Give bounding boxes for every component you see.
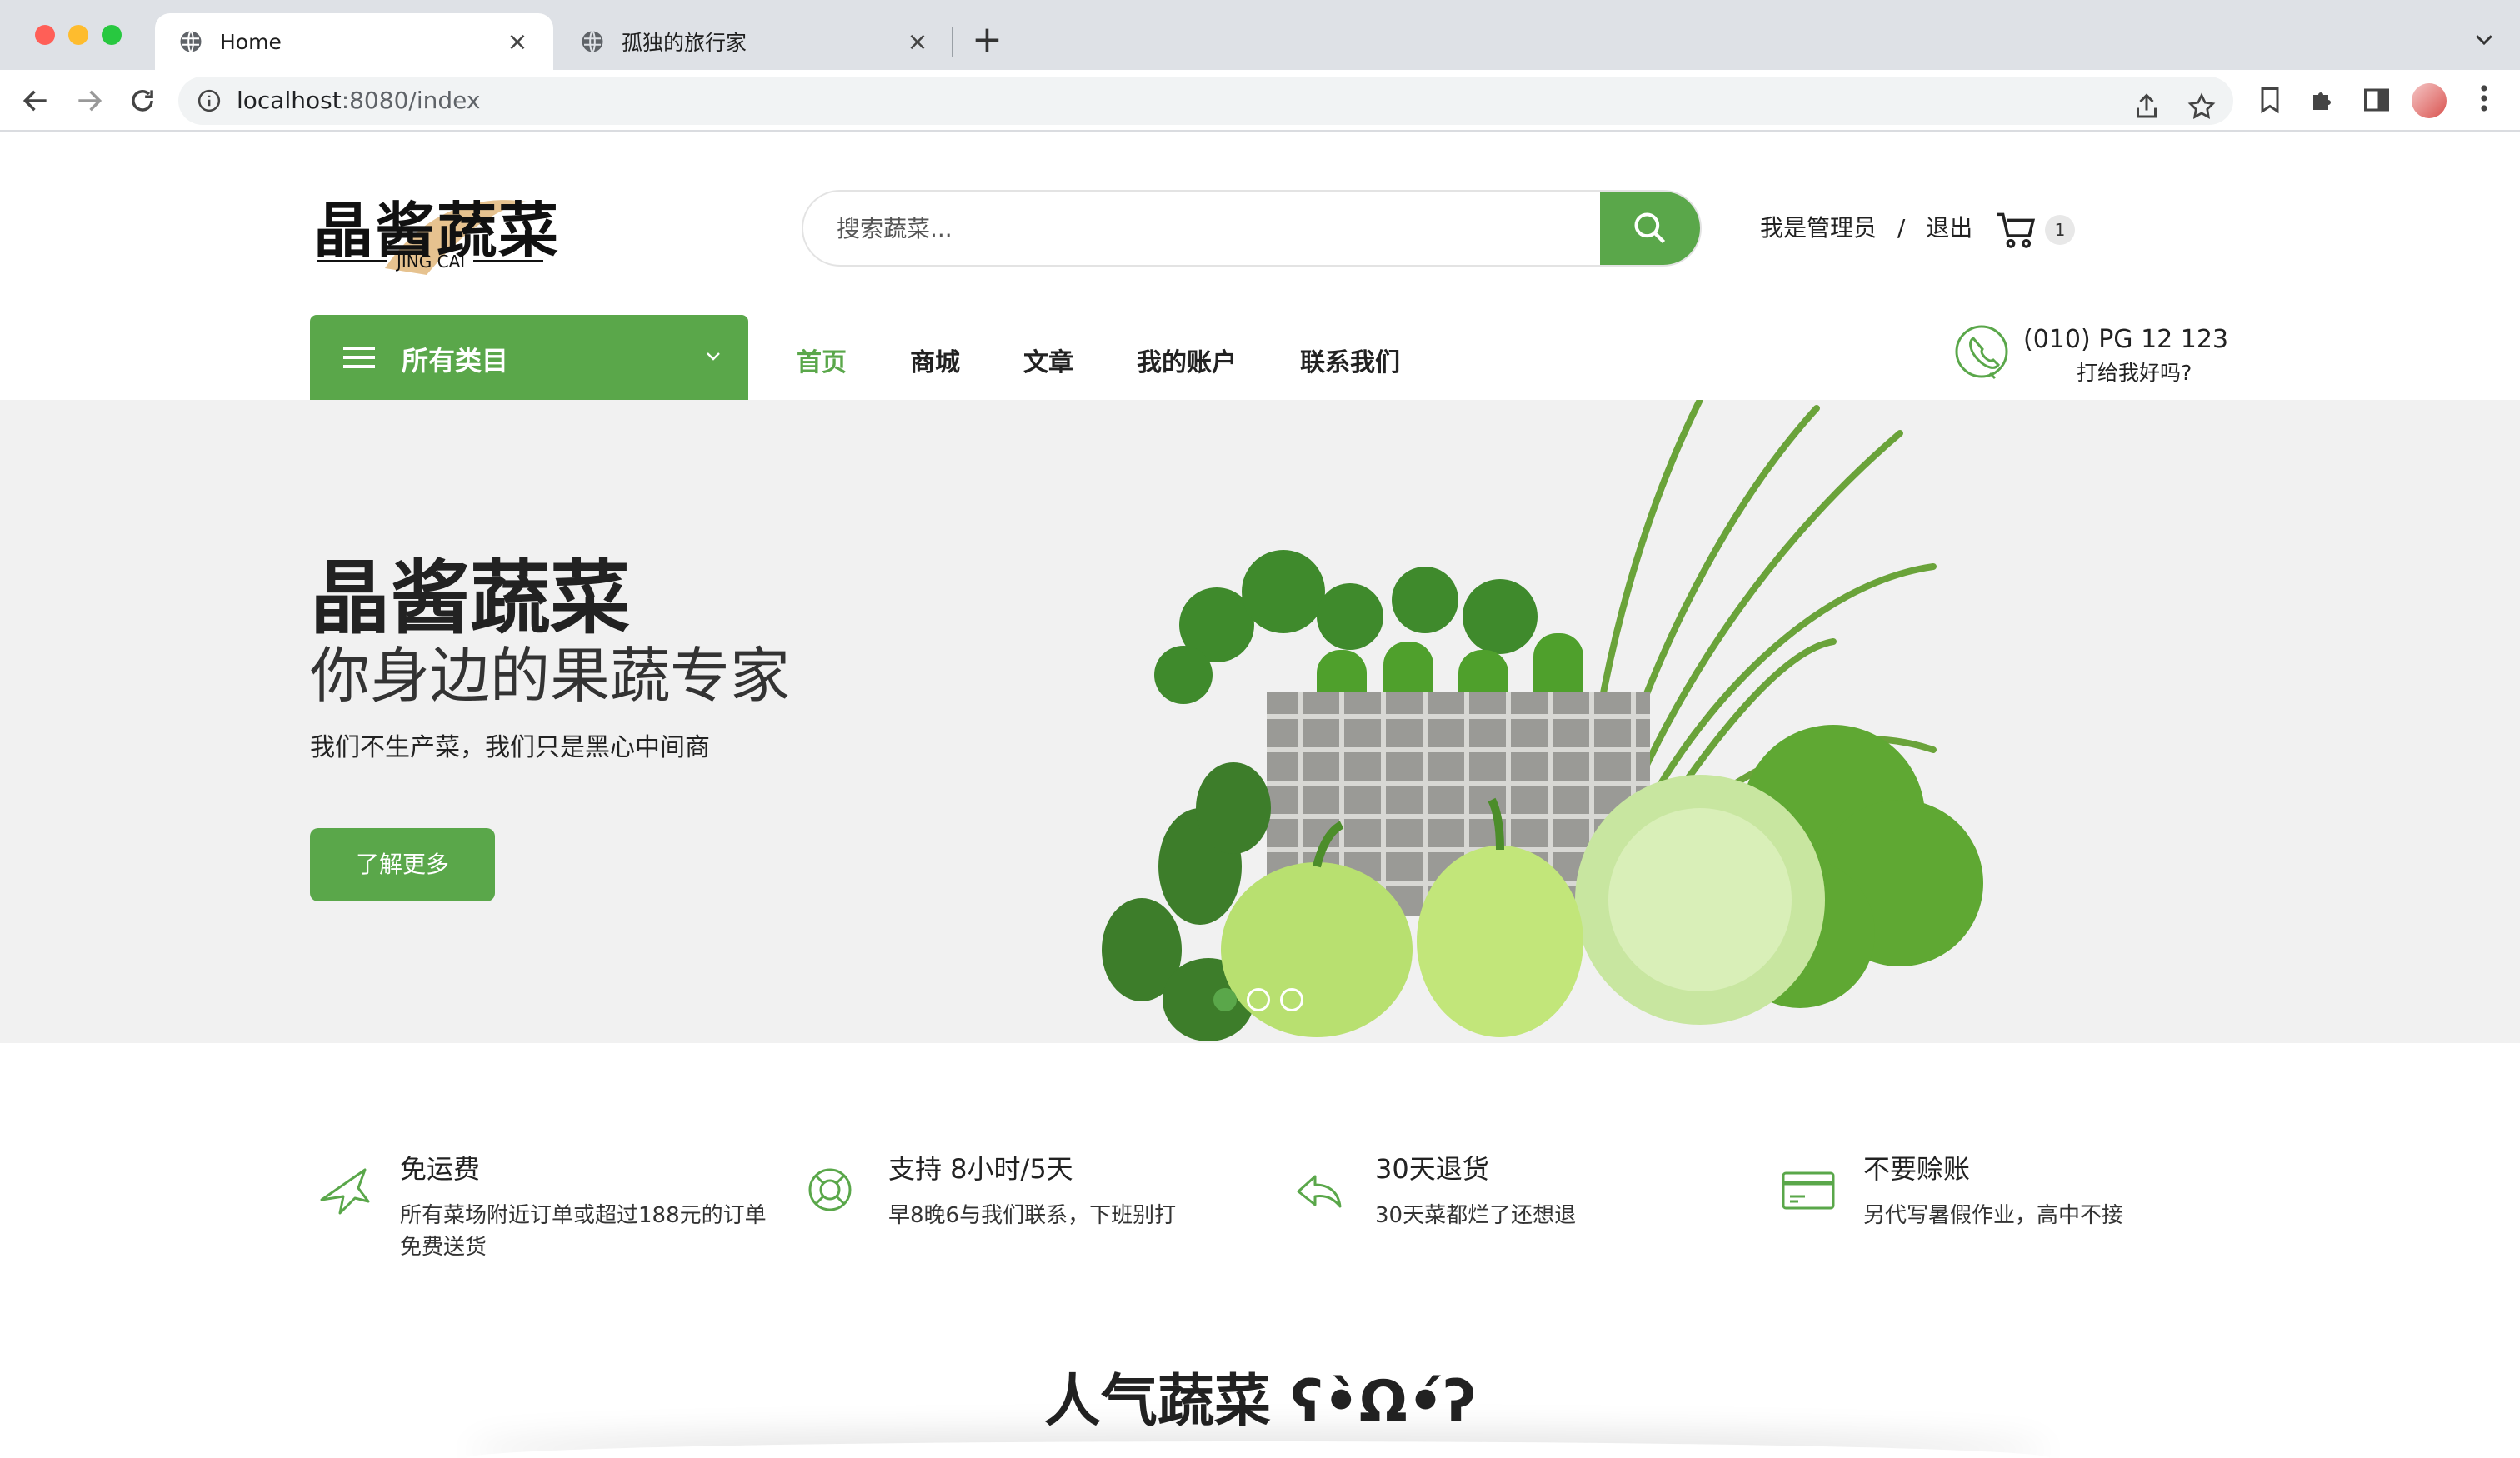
return-arrow-icon	[1297, 1175, 1342, 1208]
browser-toolbar: localhost:8080/index	[0, 70, 2520, 132]
forward-arrow-icon[interactable]	[73, 85, 105, 117]
carousel-dot-1[interactable]	[1213, 988, 1237, 1011]
lifebuoy-icon	[808, 1168, 852, 1211]
globe-icon	[582, 30, 603, 53]
feature-title: 不要赊账	[1863, 1153, 1971, 1185]
hero-banner: 晶酱蔬菜 你身边的果蔬专家 我们不生产菜，我们只是黑心中间商 了解更多	[0, 400, 2520, 1043]
logo-subtitle: JING CAI	[397, 252, 466, 272]
phone-caption: 打给我好吗?	[2077, 361, 2192, 385]
browser-tab-home[interactable]: Home ×	[155, 13, 553, 70]
carousel-dots	[1213, 988, 1303, 1011]
learn-more-button[interactable]: 了解更多	[310, 828, 495, 901]
site-logo[interactable]: 晶酱蔬菜 JING CAI	[310, 177, 560, 277]
search-button[interactable]	[1600, 192, 1700, 265]
extensions-puzzle-icon[interactable]	[2308, 85, 2338, 115]
airplane-icon	[320, 1168, 370, 1215]
nav-item-shop[interactable]: 商城	[910, 342, 960, 378]
vegetable-basket-image	[1102, 400, 1983, 1041]
back-arrow-icon[interactable]	[20, 85, 52, 117]
profile-avatar[interactable]	[2412, 83, 2447, 118]
url-host: localhost	[237, 87, 342, 114]
browser-tab-traveler[interactable]: 孤独的旅行家 ×	[557, 13, 953, 70]
phone-icon	[1955, 325, 2008, 380]
hamburger-menu-icon	[343, 347, 375, 368]
feature-title: 30天退货	[1375, 1153, 1489, 1185]
search-input[interactable]	[803, 192, 1603, 265]
url-path: :8080/index	[341, 87, 481, 114]
tab-separator	[952, 27, 953, 57]
cart-icon[interactable]	[1993, 207, 2040, 253]
credit-card-icon	[1782, 1171, 1835, 1210]
logo-rule-right	[473, 260, 543, 262]
phone-number[interactable]: (010) PG 12 123	[2023, 325, 2228, 354]
feature-description: 所有菜场附近订单或超过188元的订单免费送货	[400, 1203, 767, 1260]
site-info-icon[interactable]	[197, 88, 222, 113]
user-menu: 我是管理员 / 退出	[1760, 210, 1972, 243]
product-carousel-top-edge	[467, 1441, 2050, 1458]
globe-icon	[180, 30, 202, 53]
chevron-down-icon	[707, 352, 720, 361]
side-panel-icon[interactable]	[2362, 85, 2392, 115]
hero-description: 我们不生产菜，我们只是黑心中间商	[310, 733, 710, 762]
browser-tabstrip: Home × 孤独的旅行家 × +	[0, 0, 2520, 70]
categories-label: 所有类目	[402, 345, 509, 377]
star-bookmark-icon[interactable]	[2187, 92, 2217, 122]
feature-title: 免运费	[400, 1153, 481, 1185]
address-bar[interactable]: localhost:8080/index	[178, 77, 2233, 125]
feature-description: 早8晚6与我们联系，下班别打	[888, 1203, 1177, 1228]
close-tab-icon[interactable]: ×	[905, 27, 930, 57]
hero-subtitle: 你身边的果蔬专家	[310, 641, 791, 711]
carousel-dot-2[interactable]	[1247, 988, 1270, 1011]
more-menu-icon[interactable]	[2472, 83, 2497, 113]
close-tab-icon[interactable]: ×	[505, 27, 530, 57]
nav-item-contact[interactable]: 联系我们	[1300, 342, 1400, 378]
tab-title: 孤独的旅行家	[622, 31, 748, 55]
feature-title: 支持 8小时/5天	[888, 1153, 1073, 1185]
cart-count-badge: 1	[2045, 215, 2075, 245]
tab-title: Home	[220, 29, 282, 54]
logout-link[interactable]: 退出	[1926, 210, 1972, 243]
minimize-window-button[interactable]	[68, 25, 88, 45]
tab-search-chevron-icon[interactable]	[2472, 27, 2497, 52]
url-text: localhost:8080/index	[237, 87, 480, 114]
popular-vegetables-heading: 人气蔬菜 ʕ•̀Ω•́ʔ	[1043, 1369, 1477, 1435]
user-separator: /	[1897, 214, 1906, 242]
nav-item-home[interactable]: 首页	[797, 342, 847, 378]
nav-item-articles[interactable]: 文章	[1023, 342, 1073, 378]
reading-list-icon[interactable]	[2255, 85, 2285, 115]
new-tab-button[interactable]: +	[972, 22, 1002, 58]
share-icon[interactable]	[2132, 92, 2162, 122]
close-window-button[interactable]	[35, 25, 55, 45]
feature-description: 30天菜都烂了还想退	[1375, 1203, 1577, 1228]
main-menu: 首页 商城 文章 我的账户 联系我们	[797, 342, 1463, 378]
nav-item-account[interactable]: 我的账户	[1137, 342, 1237, 378]
carousel-dot-3[interactable]	[1280, 988, 1303, 1011]
reload-icon[interactable]	[127, 85, 158, 117]
search-icon	[1634, 212, 1666, 244]
admin-link[interactable]: 我是管理员	[1760, 210, 1877, 243]
search-bar	[802, 190, 1702, 267]
feature-description: 另代写暑假作业，高中不接	[1863, 1203, 2124, 1228]
all-categories-button[interactable]: 所有类目	[310, 315, 748, 400]
maximize-window-button[interactable]	[102, 25, 122, 45]
logo-rule-left	[317, 260, 387, 262]
